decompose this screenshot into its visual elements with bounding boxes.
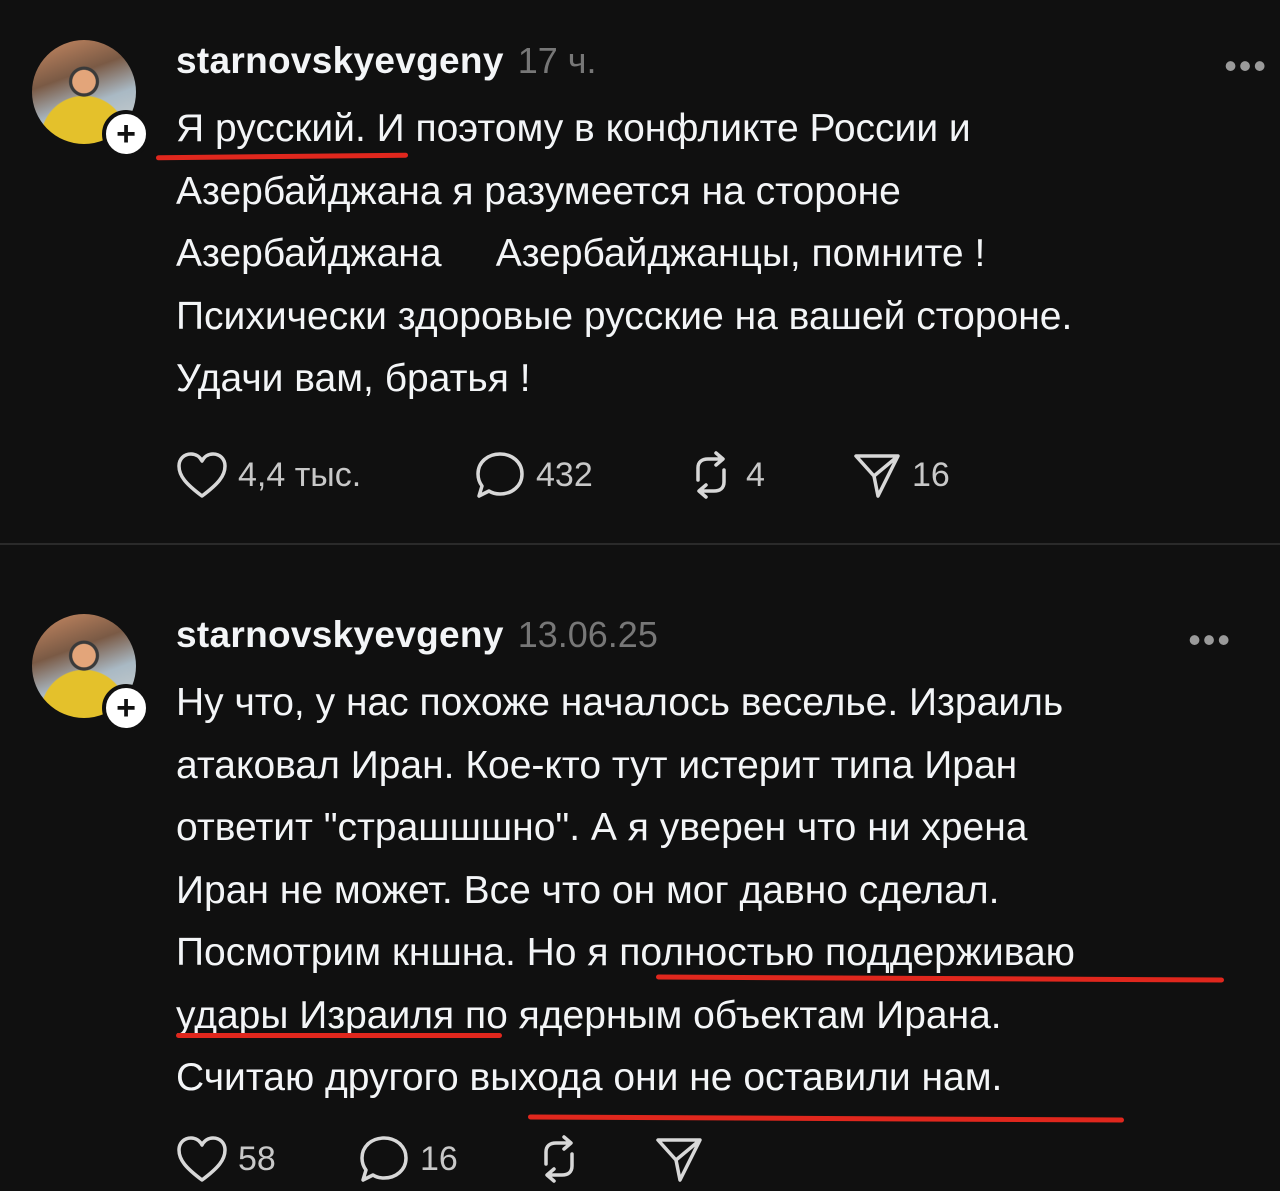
post-divider: [0, 543, 1280, 545]
comment-count: 432: [536, 455, 593, 494]
repost-button[interactable]: [534, 1134, 654, 1184]
like-count: 4,4 тыс.: [238, 455, 362, 494]
post-header: starnovskyevgeny 17 ч.: [176, 40, 597, 82]
avatar[interactable]: +: [32, 614, 150, 732]
post-text-line: Я русский. И поэтому в конфликте России …: [176, 107, 971, 150]
heart-icon: [177, 1136, 227, 1182]
comment-button[interactable]: 16: [358, 1134, 534, 1184]
comment-icon: [360, 1136, 408, 1182]
avatar[interactable]: +: [32, 40, 150, 158]
post-text-line: Азербайджана я разумеется на стороне: [176, 169, 901, 213]
post-text-line: ответит "страшшшно". А я уверен что ни х…: [176, 806, 1028, 849]
share-button[interactable]: [654, 1134, 714, 1184]
post-text-line: Ну что, у нас похоже началось веселье. И…: [176, 681, 1064, 724]
post-text-line: Иран не может. Все что он мог давно сдел…: [176, 868, 1000, 912]
follow-plus-icon[interactable]: +: [102, 110, 150, 158]
more-icon[interactable]: •••: [1224, 48, 1268, 84]
post: + starnovskyevgeny 13.06.25 ••• Ну что, …: [0, 568, 1280, 1191]
post-text-line: атаковал Иран. Кое-кто тут истерит типа …: [176, 743, 1018, 787]
share-button[interactable]: 16: [852, 450, 950, 500]
like-button[interactable]: 4,4 тыс.: [176, 451, 474, 499]
share-count: 16: [912, 455, 950, 494]
post-header: starnovskyevgeny 13.06.25: [176, 614, 658, 656]
red-underline-annotation: [176, 1033, 502, 1038]
post-actions: 4,4 тыс. 432 4 16: [176, 450, 950, 500]
post-time: 17 ч.: [517, 40, 597, 81]
post-text-line: Психически здоровые русские на вашей сто…: [176, 294, 1073, 338]
follow-plus-icon[interactable]: +: [102, 684, 150, 732]
comment-button[interactable]: 432: [474, 450, 686, 500]
post: + starnovskyevgeny 17 ч. ••• Я русский. …: [0, 0, 1280, 543]
post-text-line: Азербайджана Азербайджанцы, помните !: [176, 232, 986, 275]
username[interactable]: starnovskyevgeny: [176, 614, 504, 656]
post-text: Я русский. И поэтому в конфликте России …: [176, 98, 1276, 411]
red-underline-annotation: [527, 1114, 1125, 1123]
comment-icon: [476, 452, 524, 498]
like-count: 58: [238, 1139, 276, 1178]
username[interactable]: starnovskyevgeny: [176, 40, 504, 82]
post-text-line: Считаю другого выхода они не оставили на…: [176, 1056, 1003, 1099]
post-actions: 58 16: [176, 1134, 714, 1184]
repost-icon: [696, 451, 726, 499]
more-icon[interactable]: •••: [1188, 622, 1232, 658]
repost-icon: [544, 1135, 574, 1183]
post-time: 13.06.25: [517, 614, 658, 655]
post-text: Ну что, у нас похоже началось веселье. И…: [176, 672, 1276, 1110]
post-text-line: Удачи вам, братья !: [176, 357, 531, 400]
like-button[interactable]: 58: [176, 1135, 358, 1183]
heart-icon: [177, 452, 227, 498]
repost-button[interactable]: 4: [686, 450, 852, 500]
comment-count: 16: [420, 1139, 458, 1178]
repost-count: 4: [746, 455, 765, 494]
share-icon: [854, 454, 900, 498]
share-icon: [656, 1138, 702, 1182]
